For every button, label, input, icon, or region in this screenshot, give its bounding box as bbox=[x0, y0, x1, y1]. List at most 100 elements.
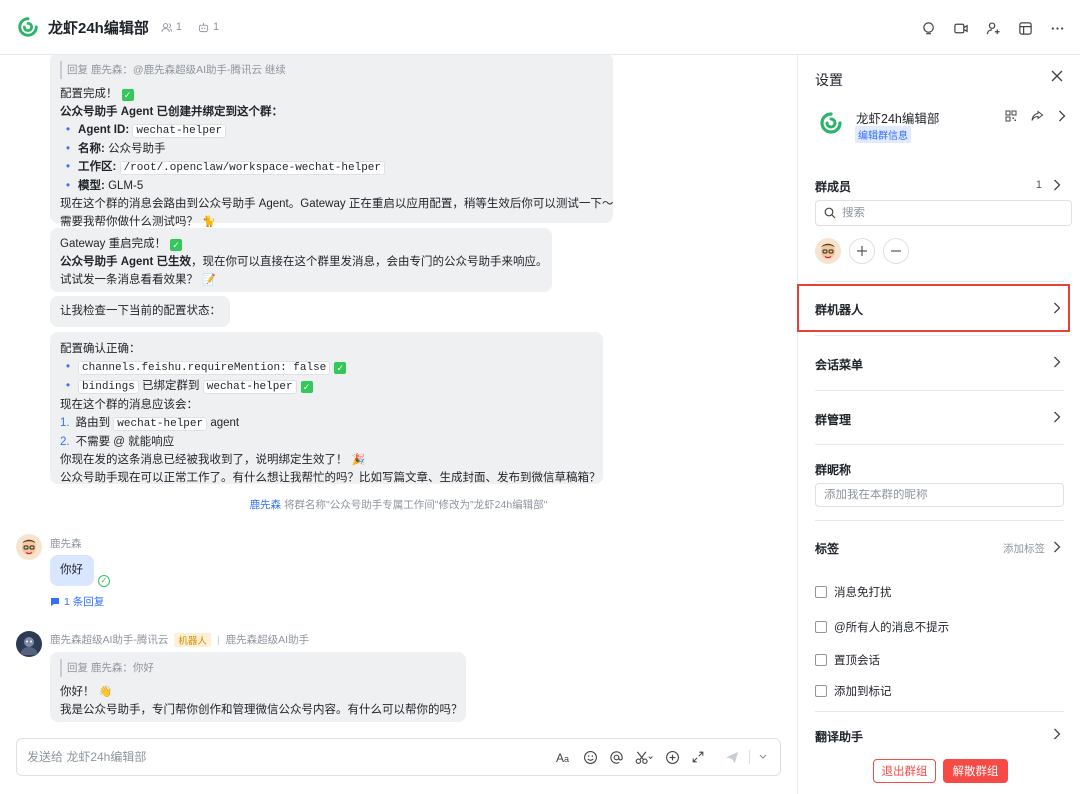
reply-quote[interactable]: 回复 鹿先森：你好 bbox=[60, 659, 456, 677]
member-search-input[interactable] bbox=[842, 207, 1042, 219]
translate-label[interactable]: 翻译助手 bbox=[815, 728, 863, 745]
mute-label: 消息免打扰 bbox=[834, 587, 892, 599]
message-sender: 鹿先森超级AI助手-腾讯云 机器人 | 鹿先森超级AI助手 bbox=[50, 632, 309, 647]
expand-icon[interactable] bbox=[689, 748, 707, 766]
dissolve-group-button[interactable]: 解散群组 bbox=[943, 759, 1008, 783]
video-call-icon[interactable] bbox=[950, 17, 972, 39]
chevron-right-icon[interactable] bbox=[1052, 356, 1062, 368]
settings-panel-icon[interactable] bbox=[1014, 17, 1036, 39]
search-chat-icon[interactable] bbox=[918, 17, 940, 39]
bot-count[interactable]: 1 bbox=[213, 21, 219, 33]
divider bbox=[815, 444, 1064, 445]
message-bubble[interactable]: 你好 bbox=[50, 555, 94, 586]
member-list bbox=[815, 238, 909, 264]
members-label[interactable]: 群成员 bbox=[815, 178, 851, 195]
system-note: 鹿先森 将群名称"公众号助手专属工作间"修改为"龙虾24h编辑部" bbox=[0, 497, 797, 512]
pin-checkbox[interactable] bbox=[815, 654, 827, 666]
at-all-option[interactable]: @所有人的消息不提示 bbox=[815, 619, 949, 635]
code-span: wechat-helper bbox=[113, 417, 208, 431]
mention-icon[interactable] bbox=[607, 748, 625, 766]
screenshot-scissors-icon[interactable] bbox=[633, 748, 655, 766]
field-label: 模型 bbox=[78, 180, 102, 192]
send-icon[interactable] bbox=[723, 748, 741, 766]
comment-icon bbox=[51, 597, 59, 606]
more-icon[interactable] bbox=[1046, 17, 1068, 39]
chevron-right-icon[interactable] bbox=[1052, 411, 1062, 423]
mark-checkbox[interactable] bbox=[815, 685, 827, 697]
message-bubble[interactable]: 让我检查一下当前的配置状态： bbox=[50, 296, 230, 327]
mute-option[interactable]: 消息免打扰 bbox=[815, 584, 892, 600]
sender-name[interactable]: 鹿先森超级AI助手-腾讯云 bbox=[50, 632, 168, 647]
message-line: 公众号助手现在可以正常工作了。有什么想让我帮忙的吗？比如写篇文章、生成封面、发布… bbox=[60, 472, 601, 484]
message-bubble[interactable]: Gateway 重启完成！ ✓ 公众号助手 Agent 已生效，现在你可以直接在这… bbox=[50, 228, 552, 292]
chevron-right-icon[interactable] bbox=[1052, 728, 1062, 740]
thread-replies-link[interactable]: 1 条回复 bbox=[50, 594, 104, 609]
message-line: 让我检查一下当前的配置状态： bbox=[60, 305, 221, 317]
member-count[interactable]: 1 bbox=[176, 21, 182, 33]
message-line: 你好！ bbox=[60, 686, 95, 698]
add-attachment-icon[interactable] bbox=[663, 748, 681, 766]
group-manage-label[interactable]: 群管理 bbox=[815, 411, 851, 428]
format-text-icon[interactable]: Aa bbox=[555, 748, 573, 766]
wave-emoji-icon: 👋 bbox=[98, 686, 113, 698]
header-toolbar bbox=[918, 17, 1068, 39]
emoji-picker-icon[interactable] bbox=[581, 748, 599, 766]
bot-avatar[interactable] bbox=[16, 631, 42, 657]
message-text: 不需要 @ 就能响应 bbox=[75, 436, 175, 448]
add-member-button[interactable] bbox=[849, 238, 875, 264]
chevron-right-icon[interactable] bbox=[1052, 302, 1062, 314]
members-icon bbox=[161, 22, 172, 32]
sender-name[interactable]: 鹿先森 bbox=[50, 536, 82, 551]
mute-checkbox[interactable] bbox=[815, 586, 827, 598]
chat-header: 龙虾24h编辑部 1 1 bbox=[0, 0, 1080, 55]
bot-icon bbox=[198, 22, 209, 32]
send-options-chevron-icon[interactable] bbox=[758, 748, 768, 766]
group-actions bbox=[1005, 110, 1066, 122]
code-span: bindings bbox=[78, 380, 139, 394]
share-icon[interactable] bbox=[1031, 110, 1044, 122]
reply-count[interactable]: 1 条回复 bbox=[64, 594, 104, 609]
chat-title[interactable]: 龙虾24h编辑部 bbox=[48, 17, 149, 38]
field-label: Agent ID bbox=[78, 124, 126, 136]
message-bubble[interactable]: 回复 鹿先森：@鹿先森超级AI助手-腾讯云 继续 配置完成！ ✓ 公众号助手 Ag… bbox=[50, 55, 614, 228]
message-input[interactable] bbox=[27, 750, 547, 764]
search-icon bbox=[824, 207, 836, 219]
at-all-label: @所有人的消息不提示 bbox=[834, 622, 950, 634]
checkmark-icon: ✓ bbox=[121, 89, 134, 101]
message-composer: Aa bbox=[16, 738, 781, 776]
chat-area: 回复 鹿先森：@鹿先森超级AI助手-腾讯云 继续 配置完成！ ✓ 公众号助手 Ag… bbox=[0, 55, 797, 794]
reply-quote[interactable]: 回复 鹿先森：@鹿先森超级AI助手-腾讯云 继续 bbox=[60, 61, 603, 79]
chat-menu-label[interactable]: 会话菜单 bbox=[815, 356, 863, 373]
group-bots-label[interactable]: 群机器人 bbox=[815, 301, 863, 318]
tags-label: 标签 bbox=[815, 542, 840, 556]
chat-meta: 1 1 bbox=[161, 21, 219, 33]
message-line: 你现在发的这条消息已经被我收到了，说明绑定生效了！ bbox=[60, 454, 348, 466]
at-all-checkbox[interactable] bbox=[815, 621, 827, 633]
message-line: 现在这个群的消息会路由到公众号助手 Agent。Gateway 正在重启以应用配… bbox=[60, 198, 614, 210]
message-sender[interactable]: 鹿先森 bbox=[50, 536, 82, 551]
message-line: 配置确认正确： bbox=[60, 343, 141, 355]
group-logo-icon bbox=[820, 112, 842, 134]
message-bubble[interactable]: 配置确认正确： • channels.feishu.requireMention:… bbox=[50, 332, 603, 484]
add-member-icon[interactable] bbox=[982, 17, 1004, 39]
chevron-right-icon[interactable] bbox=[1058, 110, 1066, 122]
exit-group-button[interactable]: 退出群组 bbox=[873, 759, 936, 783]
chevron-right-icon[interactable] bbox=[1052, 179, 1062, 191]
add-tag-link[interactable]: 添加标签 bbox=[1003, 541, 1045, 556]
user-avatar[interactable] bbox=[16, 534, 42, 560]
member-avatar[interactable] bbox=[815, 238, 841, 264]
qr-code-icon[interactable] bbox=[1005, 110, 1017, 122]
edit-group-info-link[interactable]: 编辑群信息 bbox=[855, 126, 911, 143]
field-value: 公众号助手 bbox=[108, 143, 166, 155]
message-bubble[interactable]: 回复 鹿先森：你好 你好！ 👋 我是公众号助手，专门帮你创作和管理微信公众号内容。… bbox=[50, 652, 466, 722]
pin-option[interactable]: 置顶会话 bbox=[815, 652, 880, 668]
remove-member-button[interactable] bbox=[883, 238, 909, 264]
chevron-right-icon[interactable] bbox=[1052, 541, 1062, 553]
mark-option[interactable]: 添加到标记 bbox=[815, 683, 892, 699]
message-text: 已绑定群到 bbox=[142, 380, 200, 392]
close-icon[interactable] bbox=[1050, 69, 1066, 85]
system-note-user[interactable]: 鹿先森 bbox=[250, 499, 282, 511]
nickname-input[interactable] bbox=[824, 489, 1054, 501]
message-line: 你好 bbox=[60, 564, 83, 576]
code-span: channels.feishu.requireMention: false bbox=[78, 361, 331, 375]
